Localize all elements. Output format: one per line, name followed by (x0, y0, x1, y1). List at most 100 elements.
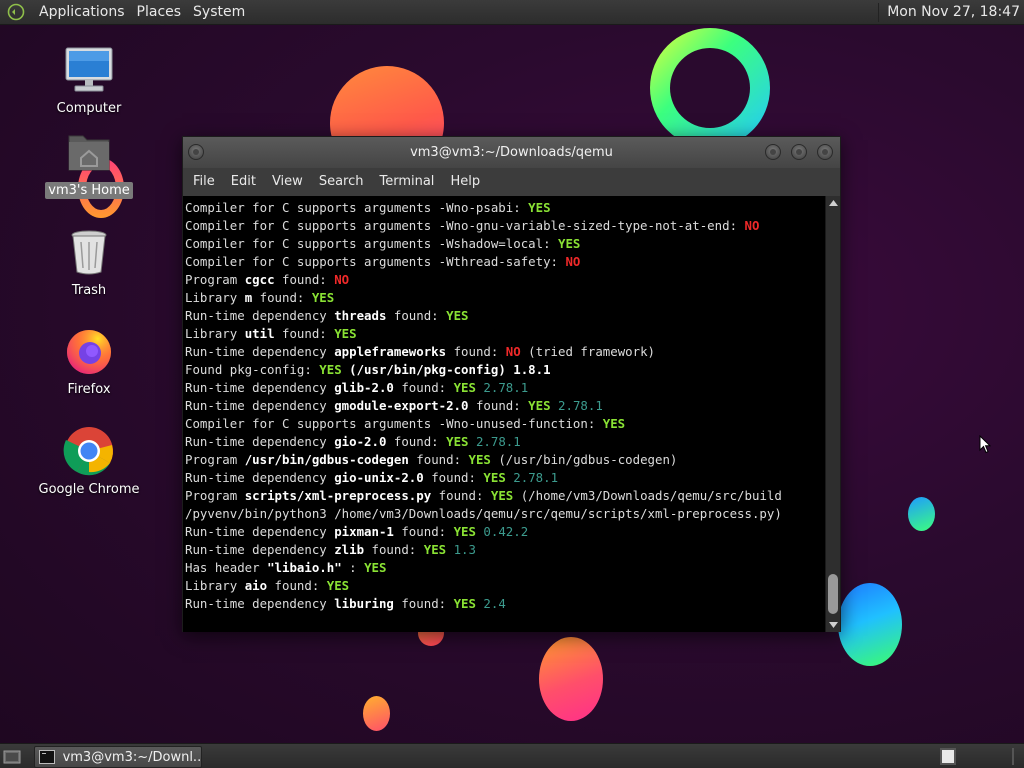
terminal-text-segment: 1.3 (446, 542, 476, 557)
terminal-text-segment: Compiler for C supports arguments -Wno-p… (185, 200, 529, 215)
terminal-line: Run-time dependency pixman-1 found: YES … (185, 523, 825, 541)
terminal-text-segment: found: (393, 596, 454, 611)
terminal-text-segment: found: (446, 344, 506, 359)
terminal-text-segment: YES (528, 398, 551, 413)
terminal-window[interactable]: vm3@vm3:~/Downloads/qemu File Edit View … (182, 136, 841, 632)
terminal-line: Compiler for C supports arguments -Wthre… (185, 253, 825, 271)
terminal-line: Run-time dependency appleframeworks foun… (185, 343, 825, 361)
desktop-icon-computer[interactable]: Computer (34, 44, 144, 117)
terminal-text-segment: Run-time dependency (185, 398, 335, 413)
firefox-icon (63, 325, 115, 377)
menu-edit[interactable]: Edit (225, 168, 263, 196)
wallpaper-small-orange-blob (363, 696, 390, 731)
scroll-up-icon[interactable] (828, 198, 839, 208)
desktop-icon-label: Firefox (67, 382, 111, 397)
places-menu[interactable]: Places (131, 0, 188, 25)
show-desktop-icon[interactable] (3, 748, 21, 765)
terminal-text-segment: threads (334, 308, 387, 323)
terminal-line: /pyvenv/bin/python3 /home/vm3/Downloads/… (185, 505, 825, 523)
terminal-text-segment: (/home/vm3/Downloads/qemu/src/build (513, 488, 782, 503)
terminal-line: Compiler for C supports arguments -Wno-p… (185, 199, 825, 217)
desktop-icon-firefox[interactable]: Firefox (34, 325, 144, 398)
menu-help[interactable]: Help (444, 168, 487, 196)
menu-file[interactable]: File (187, 168, 222, 196)
terminal-text-segment: found: (252, 290, 312, 305)
maximize-button[interactable] (791, 144, 807, 160)
desktop-icon-chrome[interactable]: Google Chrome (34, 425, 144, 498)
terminal-text-segment: found: (431, 488, 491, 503)
terminal-text-segment: NO (744, 218, 760, 233)
taskbar-button-label: vm3@vm3:~/Downl... (62, 749, 201, 765)
terminal-text-segment: gio-unix-2.0 (334, 470, 424, 485)
desktop-icon-label: vm3's Home (45, 182, 133, 199)
terminal-text-segment: YES (490, 488, 514, 503)
wallpaper-pink-blob (539, 637, 603, 721)
applications-menu[interactable]: Applications (33, 0, 131, 25)
scroll-down-icon[interactable] (828, 620, 839, 630)
terminal-text-segment: 2.78.1 (475, 380, 529, 395)
terminal-text-segment: found: (364, 542, 424, 557)
terminal-text-segment: NO (334, 272, 350, 287)
terminal-output[interactable]: Compiler for C supports arguments -Wno-p… (183, 196, 825, 632)
terminal-line: Program cgcc found: NO (185, 271, 825, 289)
terminal-text-segment: scripts/xml-preprocess.py (244, 488, 432, 503)
window-menu-button[interactable] (188, 144, 204, 160)
taskbar-terminal-button[interactable]: vm3@vm3:~/Downl... (34, 746, 202, 768)
terminal-title: vm3@vm3:~/Downloads/qemu (410, 145, 613, 160)
terminal-text-segment: util (244, 326, 275, 341)
system-menu[interactable]: System (187, 0, 251, 25)
terminal-text-segment: appleframeworks (334, 344, 447, 359)
terminal-text-segment: YES (453, 596, 476, 611)
desktop-icon-label: Trash (71, 283, 107, 298)
terminal-line: Run-time dependency gio-2.0 found: YES 2… (185, 433, 825, 451)
terminal-text-segment: YES (446, 434, 469, 449)
terminal-text-segment: Found pkg-config: (185, 362, 320, 377)
terminal-text-segment: (/usr/bin/gdbus-codegen) (490, 452, 678, 467)
terminal-text-segment: found: (468, 398, 529, 413)
terminal-text-segment: Library (185, 326, 245, 341)
terminal-text-segment: YES (528, 200, 551, 215)
terminal-text-segment: Program (185, 272, 245, 287)
desktop-icon-trash[interactable]: Trash (34, 226, 144, 299)
terminal-text-segment: NO (565, 254, 581, 269)
terminal-text-segment: Run-time dependency (185, 524, 335, 539)
terminal-text-segment: (tried framework) (520, 344, 655, 359)
terminal-text-segment: Library (185, 290, 245, 305)
terminal-scrollbar[interactable] (825, 196, 840, 632)
terminal-line: Program /usr/bin/gdbus-codegen found: YE… (185, 451, 825, 469)
terminal-icon (39, 750, 55, 764)
terminal-text-segment: Run-time dependency (185, 542, 335, 557)
terminal-text-segment: Compiler for C supports arguments -Wno-g… (185, 218, 745, 233)
terminal-text-segment: NO (505, 344, 521, 359)
menu-view[interactable]: View (266, 168, 310, 196)
mate-logo-icon[interactable] (7, 3, 25, 21)
close-button[interactable] (817, 144, 833, 160)
terminal-line: Run-time dependency glib-2.0 found: YES … (185, 379, 825, 397)
terminal-text-segment: YES (483, 470, 506, 485)
clock-label: Mon Nov 27, 18:47 (887, 3, 1020, 20)
terminal-text-segment: 2.78.1 (468, 434, 521, 449)
terminal-line: Library m found: YES (185, 289, 825, 307)
terminal-text-segment: YES (468, 452, 491, 467)
menu-search[interactable]: Search (313, 168, 371, 196)
mouse-pointer-icon (979, 435, 991, 454)
terminal-text-segment: Run-time dependency (185, 470, 335, 485)
minimize-button[interactable] (765, 144, 781, 160)
terminal-text-segment: YES (326, 578, 350, 593)
terminal-titlebar[interactable]: vm3@vm3:~/Downloads/qemu (183, 137, 840, 168)
terminal-text-segment: zlib (334, 542, 365, 557)
workspace-switcher[interactable] (940, 748, 956, 765)
terminal-text-segment: glib-2.0 (334, 380, 394, 395)
terminal-text-segment: Compiler for C supports arguments -Wthre… (185, 254, 566, 269)
menu-terminal[interactable]: Terminal (373, 168, 441, 196)
clock[interactable]: Mon Nov 27, 18:47 (878, 0, 1024, 25)
wallpaper-blue-blob (838, 583, 902, 666)
terminal-text-segment: Run-time dependency (185, 308, 335, 323)
desktop-icon-home[interactable]: vm3's Home (34, 126, 144, 199)
top-panel: Applications Places System Mon Nov 27, 1… (0, 0, 1024, 25)
panel-separator (878, 2, 880, 22)
wallpaper-small-blob (908, 497, 935, 531)
terminal-line: Run-time dependency liburing found: YES … (185, 595, 825, 613)
scrollbar-thumb[interactable] (828, 574, 838, 614)
terminal-text-segment: found: (408, 452, 469, 467)
